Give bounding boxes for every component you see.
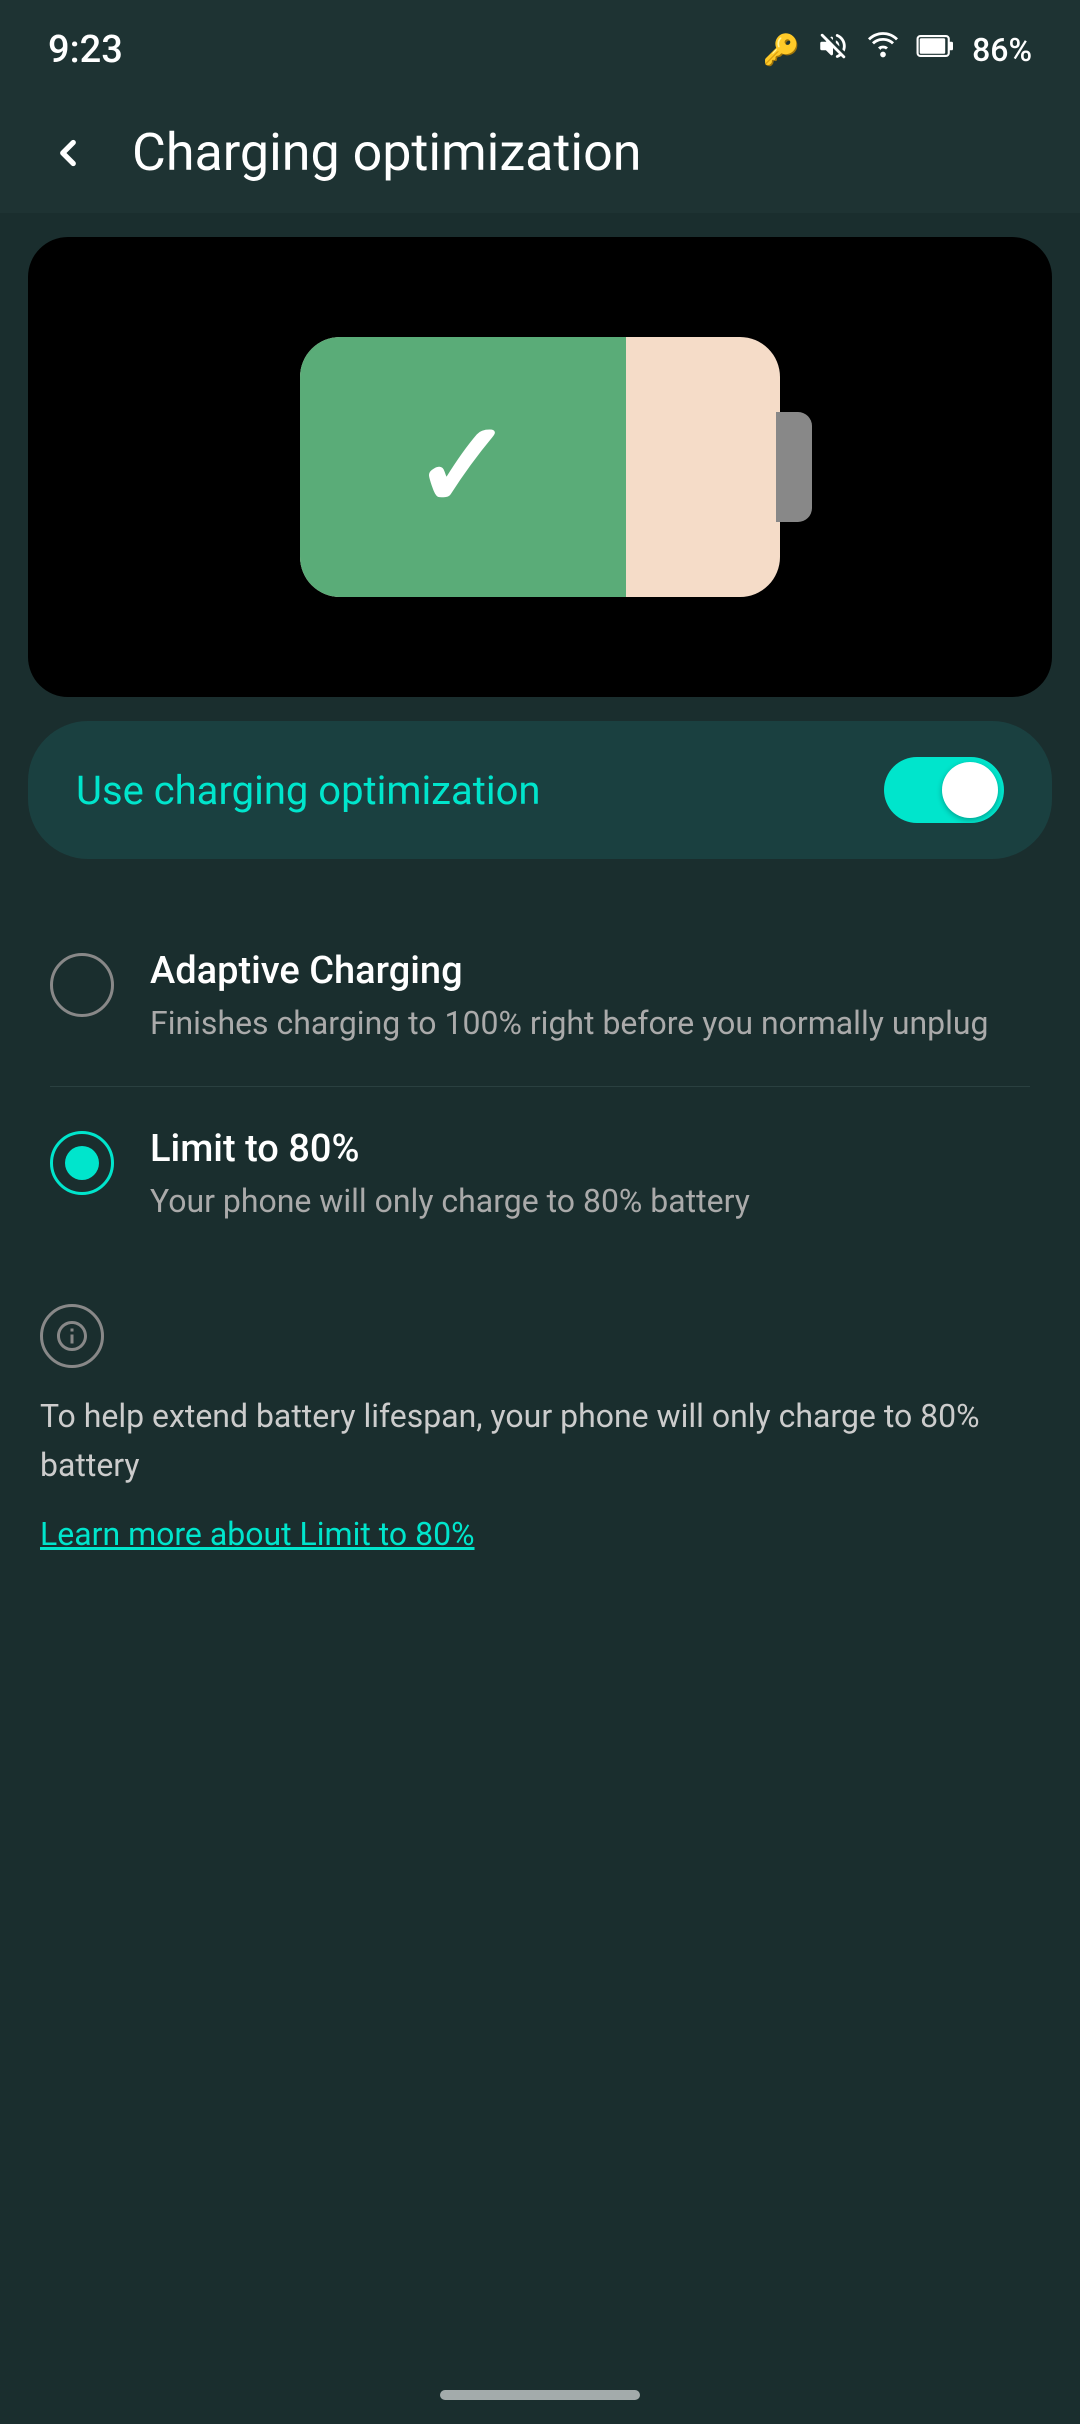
- battery-terminal: [776, 412, 812, 522]
- toggle-track: [884, 757, 1004, 823]
- limit-80-text: Limit to 80% Your phone will only charge…: [150, 1127, 1030, 1224]
- learn-more-link[interactable]: Learn more about Limit to 80%: [40, 1515, 475, 1553]
- app-bar: Charging optimization: [0, 92, 1080, 213]
- checkmark-icon: ✓: [413, 407, 514, 527]
- status-icons: 🔑 86%: [763, 29, 1032, 71]
- adaptive-charging-option[interactable]: Adaptive Charging Finishes charging to 1…: [40, 919, 1040, 1076]
- adaptive-charging-radio[interactable]: [50, 953, 114, 1017]
- status-bar: 9:23 🔑 86%: [0, 0, 1080, 92]
- adaptive-charging-desc: Finishes charging to 100% right before y…: [150, 1001, 1030, 1046]
- wifi-icon: [866, 29, 900, 71]
- battery-icon: [916, 29, 956, 71]
- back-button[interactable]: [40, 125, 96, 181]
- option-divider: [50, 1086, 1030, 1087]
- adaptive-charging-title: Adaptive Charging: [150, 949, 1030, 993]
- options-section: Adaptive Charging Finishes charging to 1…: [0, 879, 1080, 1274]
- limit-80-radio[interactable]: [50, 1131, 114, 1195]
- page-title: Charging optimization: [132, 122, 641, 183]
- back-arrow-icon: [47, 132, 89, 174]
- battery-fill: ✓: [300, 337, 626, 597]
- info-circle-icon: [54, 1318, 90, 1354]
- info-icon-row: [40, 1304, 1040, 1368]
- main-content: ✓ Use charging optimization Adaptive Cha…: [0, 237, 1080, 1593]
- info-section: To help extend battery lifespan, your ph…: [0, 1274, 1080, 1593]
- mute-icon: [816, 29, 850, 71]
- charging-optimization-toggle-card[interactable]: Use charging optimization: [28, 721, 1052, 859]
- toggle-label: Use charging optimization: [76, 767, 541, 814]
- limit-80-option[interactable]: Limit to 80% Your phone will only charge…: [40, 1097, 1040, 1254]
- toggle-thumb: [942, 762, 998, 818]
- status-time: 9:23: [48, 28, 123, 72]
- limit-80-desc: Your phone will only charge to 80% batte…: [150, 1179, 1030, 1224]
- battery-percent: 86%: [972, 31, 1032, 69]
- radio-selected-dot: [65, 1146, 99, 1180]
- charging-optimization-toggle[interactable]: [884, 757, 1004, 823]
- adaptive-charging-text: Adaptive Charging Finishes charging to 1…: [150, 949, 1030, 1046]
- battery-body: ✓: [300, 337, 780, 597]
- key-icon: 🔑: [763, 33, 800, 68]
- limit-80-title: Limit to 80%: [150, 1127, 1030, 1171]
- home-indicator: [440, 2390, 640, 2400]
- battery-illustration-card: ✓: [28, 237, 1052, 697]
- info-icon: [40, 1304, 104, 1368]
- battery-illustration: ✓: [300, 337, 780, 597]
- info-body-text: To help extend battery lifespan, your ph…: [40, 1392, 1040, 1491]
